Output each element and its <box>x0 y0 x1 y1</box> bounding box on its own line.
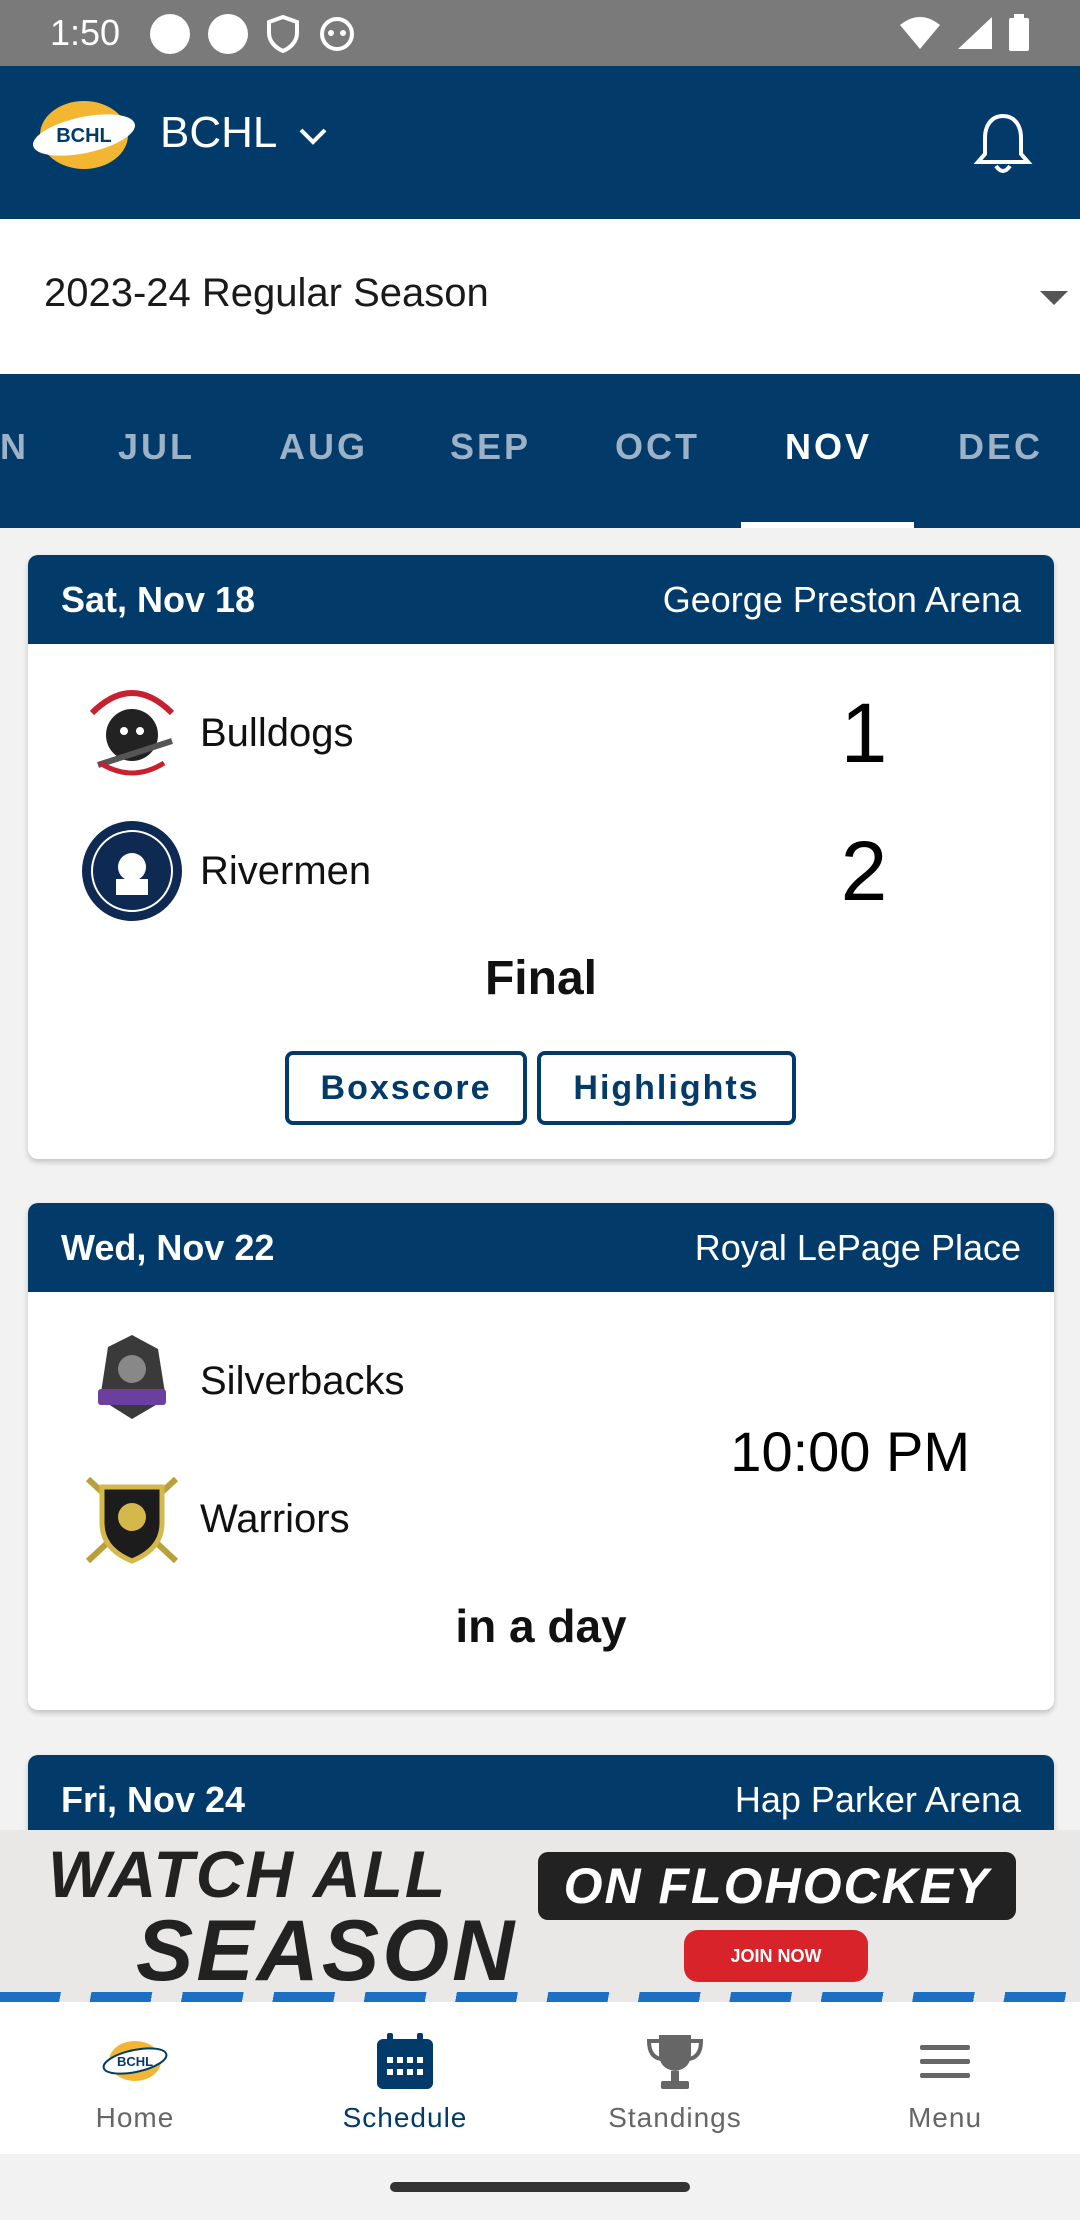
tab-month-nov[interactable]: NOV <box>785 426 872 468</box>
battery-icon <box>1009 14 1029 51</box>
tab-month-jul[interactable]: JUL <box>118 426 195 468</box>
status-time: 1:50 <box>50 12 121 53</box>
team-name: Rivermen <box>200 848 372 893</box>
nav-standings[interactable]: Standings <box>540 2002 810 2154</box>
gesture-area <box>0 2154 1080 2220</box>
game-venue: George Preston Arena <box>662 579 1021 620</box>
team-row-home: Bulldogs <box>78 679 353 787</box>
team-name: Bulldogs <box>200 710 354 755</box>
shield-icon <box>267 15 299 53</box>
nav-home[interactable]: BCHL Home <box>0 2002 270 2154</box>
game-date: Fri, Nov 24 <box>61 1779 246 1820</box>
ad-headline-line2: SEASON <box>136 1903 518 1999</box>
team-row-home: Silverbacks <box>78 1327 405 1435</box>
team-name: Warriors <box>200 1496 350 1541</box>
system-icons <box>898 14 1030 52</box>
nav-label: Menu <box>907 2102 983 2133</box>
team-row-away: Warriors <box>78 1465 350 1573</box>
notification-dot-icon <box>150 14 190 54</box>
trophy-icon <box>645 2030 705 2092</box>
ad-banner[interactable]: WATCH ALL SEASON ON FLOHOCKEY JOIN NOW <box>0 1830 1080 2002</box>
nav-menu[interactable]: Menu <box>810 2002 1080 2154</box>
logo-text: BCHL <box>56 125 112 147</box>
android-app-icon <box>320 17 354 51</box>
ad-stripe <box>0 1992 1080 2002</box>
calendar-icon <box>375 2030 435 2092</box>
team-score: 2 <box>840 824 888 918</box>
game-card-header: Sat, Nov 18 George Preston Arena <box>28 555 1054 644</box>
silverbacks-logo-icon <box>78 1327 186 1435</box>
tab-month-aug[interactable]: AUG <box>279 426 368 468</box>
game-venue: Royal LePage Place <box>694 1227 1021 1268</box>
bottom-navigation: BCHL Home Schedule Standings Menu <box>0 2002 1080 2154</box>
team-score: 1 <box>840 686 888 780</box>
team-name: Silverbacks <box>200 1358 405 1403</box>
ad-headline-line1: WATCH ALL <box>48 1837 448 1911</box>
game-status: in a day <box>455 1600 627 1652</box>
active-tab-indicator <box>741 522 914 528</box>
team-row-away: Rivermen <box>78 817 371 925</box>
month-tabs: N JUL AUG SEP OCT NOV DEC <box>0 374 1080 528</box>
highlights-button[interactable]: Highlights <box>537 1051 796 1125</box>
boxscore-button[interactable]: Boxscore <box>285 1051 527 1125</box>
game-date: Wed, Nov 22 <box>61 1227 275 1268</box>
dropdown-arrow-icon <box>1040 291 1068 305</box>
season-select-value: 2023-24 Regular Season <box>44 271 489 315</box>
ad-join-now-button[interactable]: JOIN NOW <box>684 1930 868 1982</box>
tab-month-oct[interactable]: OCT <box>615 426 700 468</box>
rivermen-logo-icon <box>78 817 186 925</box>
season-select[interactable]: 2023-24 Regular Season <box>0 219 1080 374</box>
notification-dot-icon <box>208 14 248 54</box>
league-title[interactable]: BCHL <box>160 108 277 158</box>
status-bar: 1:50 <box>0 0 1080 66</box>
ad-brand: ON FLOHOCKEY <box>538 1852 1016 1920</box>
nav-label: Standings <box>608 2102 742 2133</box>
bell-icon[interactable] <box>972 110 1034 176</box>
wifi-icon <box>900 17 940 49</box>
nav-label: Home <box>95 2102 175 2133</box>
cell-signal-icon <box>958 17 992 49</box>
game-card[interactable]: Sat, Nov 18 George Preston Arena Bulldog… <box>28 555 1054 1159</box>
nav-schedule[interactable]: Schedule <box>270 2002 540 2154</box>
bulldogs-logo-icon <box>78 679 186 787</box>
warriors-logo-icon <box>78 1465 186 1573</box>
game-card-header: Wed, Nov 22 Royal LePage Place <box>28 1203 1054 1292</box>
app-bar: BCHL BCHL <box>0 66 1080 219</box>
chevron-down-icon[interactable] <box>296 120 330 154</box>
game-venue: Hap Parker Arena <box>734 1779 1021 1820</box>
game-card[interactable]: Wed, Nov 22 Royal LePage Place Silverbac… <box>28 1203 1054 1710</box>
nav-logo-text: BCHL <box>117 2054 153 2069</box>
bchl-logo-icon[interactable]: BCHL <box>30 96 138 174</box>
game-start-time: 10:00 PM <box>730 1420 970 1483</box>
hamburger-menu-icon <box>918 2030 972 2092</box>
bchl-logo-icon: BCHL <box>100 2030 170 2092</box>
tab-month-sep[interactable]: SEP <box>450 426 531 468</box>
nav-label: Schedule <box>342 2102 468 2133</box>
game-status: Final <box>484 952 597 1005</box>
tab-month-jun[interactable]: N <box>0 426 29 468</box>
game-date: Sat, Nov 18 <box>61 579 256 620</box>
tab-month-dec[interactable]: DEC <box>958 426 1043 468</box>
home-gesture-handle[interactable] <box>390 2182 690 2192</box>
status-notification-icons <box>150 14 356 54</box>
